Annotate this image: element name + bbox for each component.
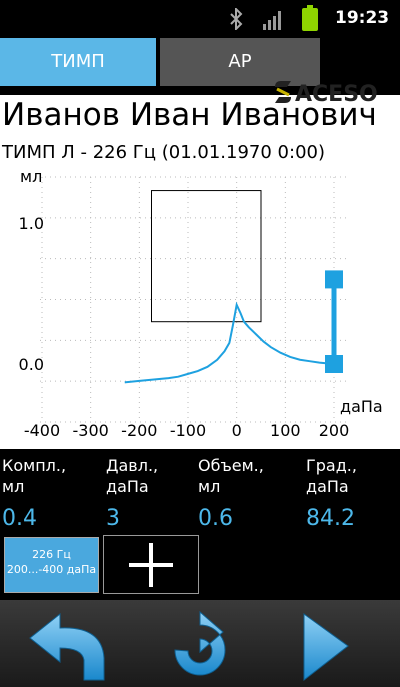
tympanogram-chart: мл даПа 1.0 0.0 -400 -300 -200 -100 0 100 200 [0, 167, 400, 449]
bluetooth-icon [230, 8, 243, 30]
refresh-icon[interactable] [145, 608, 255, 684]
back-icon[interactable] [22, 608, 132, 684]
param-compliance: Компл., мл 0.4 [2, 455, 102, 531]
x-tick-label: -100 [170, 421, 206, 440]
x-tick-label: -200 [121, 421, 157, 440]
clock: 19:23 [335, 8, 390, 28]
x-tick-label: -400 [24, 421, 60, 440]
param-pressure: Давл., даПа 3 [106, 455, 206, 531]
param-gradient: Град., даПа 84.2 [306, 455, 400, 531]
main-panel: Иванов Иван Иванович ТИМП Л - 226 Гц (01… [0, 95, 400, 449]
status-bar: 19:23 [0, 0, 400, 38]
x-tick-label: 200 [319, 421, 350, 440]
plus-icon [129, 543, 173, 587]
logo-mark-icon [275, 81, 291, 103]
tab-timp[interactable]: ТИМП [0, 38, 156, 86]
y-tick-label: 0.0 [19, 355, 44, 374]
tympanogram-curve [124, 301, 335, 384]
signal-icon [263, 11, 281, 30]
x-tick-label: 0 [232, 421, 242, 440]
params-panel: Компл., мл 0.4 Давл., даПа 3 Объем., мл … [0, 449, 400, 537]
param-value: 84.2 [306, 506, 355, 531]
param-volume: Объем., мл 0.6 [198, 455, 298, 531]
battery-icon [302, 5, 318, 31]
x-axis-label: даПа [340, 397, 383, 416]
param-label: Компл., мл [2, 456, 67, 496]
pressure-marker-bottom [325, 355, 343, 373]
protocol-range: 200...-400 даПа [6, 563, 97, 576]
y-tick-label: 1.0 [19, 214, 44, 233]
param-label: Объем., мл [198, 456, 264, 496]
param-value: 0.4 [2, 506, 37, 531]
protocol-frequency: 226 Гц [32, 548, 71, 561]
param-value: 3 [106, 506, 120, 531]
x-tick-label: 100 [270, 421, 301, 440]
compliance-box [151, 190, 262, 323]
param-label: Давл., даПа [106, 456, 159, 496]
exam-title: ТИМП Л - 226 Гц (01.01.1970 0:00) [2, 142, 325, 163]
bottom-nav [0, 600, 400, 687]
chart-canvas: мл даПа 1.0 0.0 -400 -300 -200 -100 0 100 200 [19, 167, 383, 440]
y-axis-label: мл [20, 167, 42, 186]
add-test-button[interactable] [103, 535, 199, 594]
param-label: Град., даПа [306, 456, 357, 496]
aceso-logo: ACESO [275, 81, 378, 105]
param-value: 0.6 [198, 506, 233, 531]
protocol-button[interactable]: 226 Гц 200...-400 даПа [4, 537, 99, 593]
pressure-marker-top [325, 270, 343, 289]
logo-text: ACESO [295, 82, 378, 105]
x-tick-label: -300 [73, 421, 109, 440]
next-icon[interactable] [278, 608, 388, 684]
